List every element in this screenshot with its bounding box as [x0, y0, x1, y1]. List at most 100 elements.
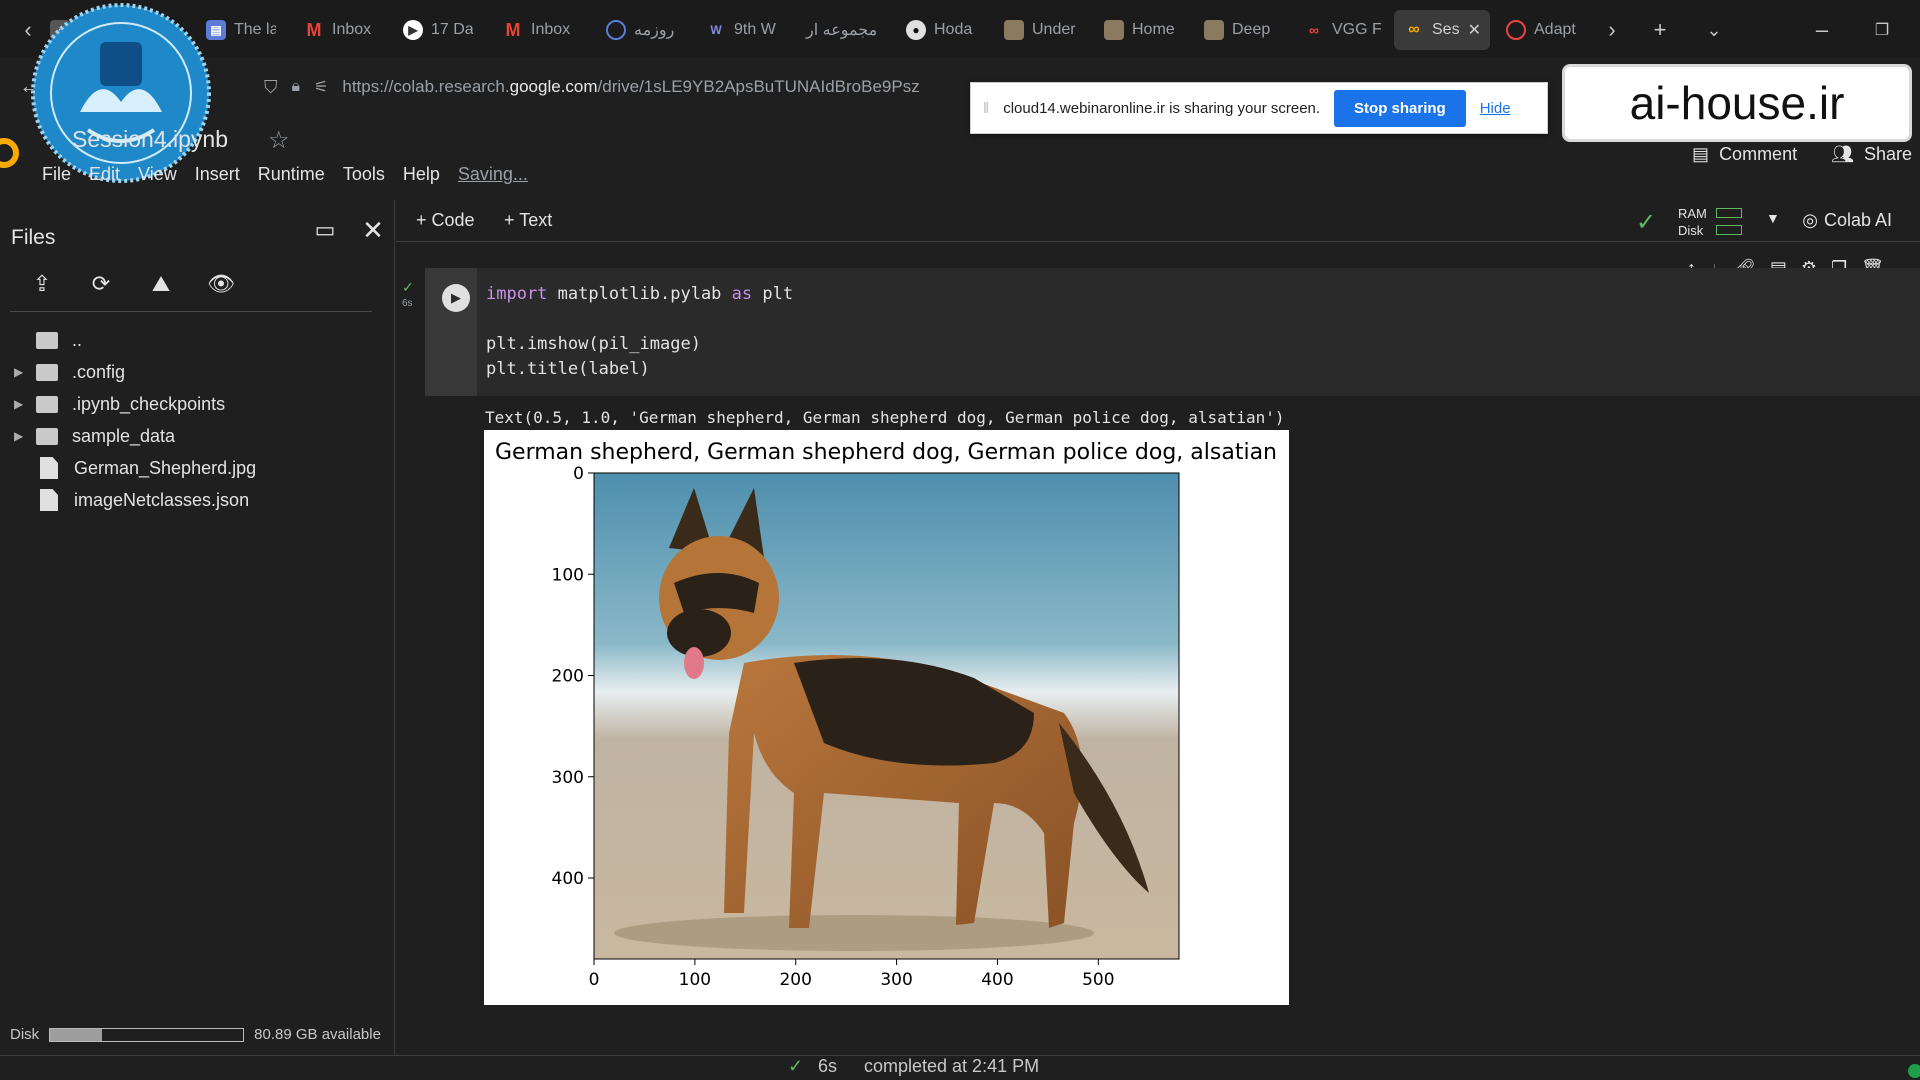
- colab-ai-button[interactable]: ◎ Colab AI: [1802, 210, 1892, 231]
- notebook-toolbar: + Code + Text ✓ RAM Disk ▼ ◎ Colab AI: [396, 200, 1920, 242]
- menu-help[interactable]: Help: [403, 164, 440, 185]
- share-label: Share: [1863, 144, 1912, 164]
- add-text-button[interactable]: + Text: [504, 210, 552, 231]
- open-in-tab-icon[interactable]: ▭: [311, 216, 339, 244]
- code-cell[interactable]: ▶ import matplotlib.pylab as plt​plt.ims…: [425, 268, 1920, 396]
- notebook-title[interactable]: Session4.ipynb: [72, 126, 228, 153]
- tab-scroll-right-icon[interactable]: ›: [1596, 14, 1628, 46]
- status-completed[interactable]: completed at 2:41 PM: [864, 1056, 1039, 1077]
- play-icon: ▶: [451, 290, 461, 305]
- shield-icon[interactable]: ⛉: [264, 77, 278, 98]
- drag-handle-icon[interactable]: ‖: [983, 100, 989, 117]
- browser-tab-active[interactable]: ∞ Ses ✕: [1394, 10, 1490, 50]
- close-tab-icon[interactable]: ✕: [1468, 20, 1481, 40]
- files-panel: Files ▭ ✕ ⇪ ⟳ ⛰ 👁︎ .. ▶ .config ▶ .ipynb…: [0, 200, 395, 1055]
- y-tick-label: 100: [552, 565, 584, 585]
- comment-button[interactable]: ▤ Comment: [1692, 144, 1797, 165]
- browser-tab[interactable]: ∞ VGG F: [1294, 10, 1384, 50]
- figure-title: German shepherd, German shepherd dog, Ge…: [495, 440, 1277, 465]
- y-tick-label: 0: [573, 464, 584, 484]
- page-icon: [1204, 20, 1224, 40]
- expand-arrow-icon[interactable]: ▶: [14, 397, 36, 411]
- menu-view[interactable]: View: [138, 164, 177, 185]
- tab-label: مجموعه ار: [806, 22, 878, 39]
- restore-icon[interactable]: ❐: [1866, 14, 1898, 46]
- url-field[interactable]: ⛉ 🔒︎ ⚟ https://colab.research.google.com…: [250, 68, 970, 106]
- file-row-folder[interactable]: ▶ sample_data: [14, 422, 175, 450]
- image-axes: [593, 472, 1180, 960]
- share-button[interactable]: 👥︎ Share: [1831, 144, 1912, 165]
- expand-arrow-icon[interactable]: ▶: [14, 365, 36, 379]
- y-tick-label: 300: [552, 768, 584, 788]
- dropdown-icon[interactable]: ▼: [1766, 210, 1780, 226]
- opera-icon: [1506, 20, 1526, 40]
- connected-check-icon: ✓: [1636, 209, 1657, 236]
- menu-runtime[interactable]: Runtime: [258, 164, 325, 185]
- browser-tab[interactable]: Under: [994, 10, 1084, 50]
- executed-check-icon: ✓: [402, 279, 414, 295]
- menu-tools[interactable]: Tools: [343, 164, 385, 185]
- file-row-folder[interactable]: ▶ .ipynb_checkpoints: [14, 390, 225, 418]
- output-figure: German shepherd, German shepherd dog, Ge…: [484, 430, 1289, 1005]
- file-row-folder[interactable]: ▶ .config: [14, 358, 125, 386]
- y-axis: 0 100 200 300 400: [552, 464, 594, 889]
- browser-tab[interactable]: Home: [1094, 10, 1184, 50]
- disk-label: Disk: [10, 1026, 40, 1043]
- run-cell-button[interactable]: ▶: [442, 284, 470, 312]
- browser-tab[interactable]: Deep: [1194, 10, 1284, 50]
- add-text-label: Text: [519, 210, 553, 230]
- minimize-icon[interactable]: –: [1806, 14, 1838, 46]
- menu-edit[interactable]: Edit: [89, 164, 120, 185]
- tab-label: Adapt: [1534, 21, 1576, 38]
- disk-meter: [1716, 225, 1742, 235]
- new-tab-icon[interactable]: +: [1644, 14, 1676, 46]
- y-tick-label: 200: [552, 667, 584, 687]
- browser-tab[interactable]: M Inbox: [493, 10, 578, 50]
- gmail-icon: M: [505, 19, 521, 40]
- files-panel-title: Files: [11, 226, 56, 249]
- add-code-button[interactable]: + Code: [416, 210, 475, 231]
- panel-divider: [10, 311, 372, 312]
- eye-icon[interactable]: 👁︎: [207, 270, 235, 298]
- x-axis: 0 100 200 300 400 500: [589, 959, 1115, 990]
- menu-file[interactable]: File: [42, 164, 71, 185]
- upload-file-icon[interactable]: ⇪: [28, 270, 56, 298]
- close-icon[interactable]: ✕: [359, 215, 387, 245]
- browser-tab[interactable]: مجموعه ار: [796, 10, 896, 50]
- star-icon[interactable]: ☆: [268, 126, 290, 155]
- file-name: .config: [72, 361, 126, 382]
- code-editor[interactable]: import matplotlib.pylab as plt​plt.imsho…: [486, 282, 793, 382]
- stop-sharing-button[interactable]: Stop sharing: [1334, 89, 1466, 127]
- mount-drive-icon[interactable]: ⛰: [147, 270, 175, 298]
- tab-label: Hoda: [934, 21, 973, 38]
- x-tick-label: 200: [779, 970, 811, 990]
- file-row-parent[interactable]: ..: [14, 326, 82, 354]
- browser-tab[interactable]: M Inbox: [294, 10, 379, 50]
- tab-list-chevron-icon[interactable]: ⌄: [1698, 14, 1730, 46]
- code-text: matplotlib.pylab: [547, 284, 732, 304]
- file-row-file[interactable]: imageNetclasses.json: [14, 486, 249, 514]
- code-keyword: import: [486, 284, 548, 304]
- site-settings-icon[interactable]: ⚟: [314, 77, 328, 97]
- browser-tab[interactable]: ▶ 17 Da: [393, 10, 473, 50]
- refresh-folder-icon[interactable]: ⟳: [87, 270, 115, 298]
- colab-logo[interactable]: [0, 138, 22, 168]
- browser-tab[interactable]: Adapt: [1496, 10, 1586, 50]
- browser-tab[interactable]: W 9th W: [696, 10, 776, 50]
- tab-label: Inbox: [531, 21, 571, 38]
- expand-arrow-icon[interactable]: ▶: [14, 429, 36, 443]
- status-bar: ✓ 6s completed at 2:41 PM: [0, 1055, 1920, 1080]
- resources-indicator[interactable]: ✓ RAM Disk ▼: [1636, 204, 1826, 238]
- folder-icon: [36, 427, 58, 445]
- browser-tab[interactable]: روزمه: [596, 10, 686, 50]
- browser-tab[interactable]: ● Hoda: [896, 10, 986, 50]
- file-icon: [40, 457, 58, 479]
- x-tick-label: 300: [880, 970, 912, 990]
- file-name: imageNetclasses.json: [74, 489, 250, 510]
- disk-usage: Disk 80.89 GB available: [10, 1026, 381, 1043]
- lock-icon[interactable]: 🔒︎: [292, 78, 301, 96]
- file-row-file[interactable]: German_Shepherd.jpg: [14, 454, 256, 482]
- menu-insert[interactable]: Insert: [195, 164, 240, 185]
- hide-link[interactable]: Hide: [1480, 100, 1511, 117]
- screen-share-notification: ‖ cloud14.webinaronline.ir is sharing yo…: [970, 82, 1548, 134]
